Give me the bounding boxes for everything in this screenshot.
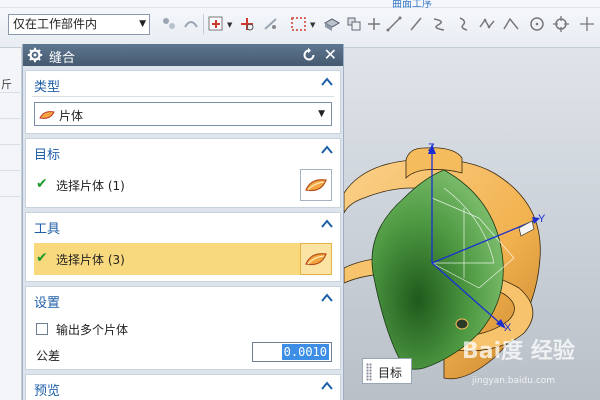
toolbar-divider — [203, 14, 204, 34]
group-title: 目标 — [34, 148, 61, 163]
watermark: Bai度 经验 — [462, 339, 575, 364]
navigator-edge-text: 斤 — [1, 78, 12, 91]
row-divider — [0, 144, 22, 145]
ribbon-label[interactable]: 曲面工序 — [392, 0, 432, 10]
settings-group-header[interactable]: 设置 — [26, 287, 340, 311]
arc-icon[interactable] — [430, 15, 448, 33]
checkmark-icon: ✔ — [36, 250, 48, 266]
navigator-edge: 斤 — [0, 48, 22, 400]
tool-selection-label: 选择片体 (3) — [56, 253, 125, 267]
plus-icon[interactable] — [578, 15, 596, 33]
row-divider — [0, 196, 22, 197]
chevron-down-icon: ▼ — [139, 19, 146, 29]
watermark-url: jingyan.baidu.com — [472, 376, 556, 386]
row-divider — [0, 170, 22, 171]
chevron-down-icon: ▼ — [318, 109, 325, 119]
snap-point-icon[interactable] — [160, 15, 178, 33]
chevron-up-icon[interactable] — [320, 143, 334, 157]
chevron-up-icon[interactable] — [320, 291, 334, 305]
sheet-body-icon — [305, 179, 327, 192]
line-icon[interactable] — [385, 15, 403, 33]
row-divider — [0, 92, 22, 93]
box-select-icon[interactable] — [290, 15, 308, 33]
group-title: 预览 — [34, 384, 61, 399]
ribbon-strip: 曲面工序 — [0, 0, 600, 10]
chevron-down-icon[interactable]: ▼ — [310, 21, 315, 29]
tooltip-text: 目标 — [378, 366, 403, 380]
tolerance-label: 公差 — [36, 349, 61, 363]
tolerance-value: 0.0010 — [281, 344, 329, 360]
selection-filter-value: 仅在工作部件内 — [13, 17, 98, 31]
sew-dialog: 缝合 ✕ 类型 片体 ▼ 目标 ✔ 选择片体 (1) 工具 ✔ 选择片体 (3)… — [22, 44, 344, 400]
select-sheet-button[interactable] — [300, 243, 332, 275]
sheet-body-icon — [39, 111, 55, 119]
polyline-icon[interactable] — [502, 15, 520, 33]
point-on-curve-icon[interactable] — [262, 15, 280, 33]
type-group: 类型 片体 ▼ — [25, 70, 341, 134]
hole-feature — [455, 318, 469, 330]
preview-group-header[interactable]: 预览 — [26, 375, 340, 399]
output-multiple-checkbox[interactable] — [36, 323, 48, 335]
arc-snap-icon[interactable] — [182, 15, 200, 33]
type-dropdown[interactable]: 片体 ▼ — [34, 102, 332, 126]
dialog-title-bar: 缝合 ✕ — [23, 44, 343, 66]
target-selection-label: 选择片体 (1) — [56, 179, 125, 193]
tool-group: 工具 ✔ 选择片体 (3) — [25, 212, 341, 282]
chevron-up-icon[interactable] — [320, 217, 334, 231]
row-divider — [0, 118, 22, 119]
tool-group-header[interactable]: 工具 — [26, 213, 340, 237]
chevron-up-icon[interactable] — [320, 379, 334, 393]
group-divider — [32, 96, 334, 97]
dialog-title: 缝合 — [49, 51, 76, 66]
point-icon[interactable] — [365, 15, 383, 33]
sheet-body-icon — [305, 253, 327, 266]
reset-icon[interactable] — [301, 47, 317, 63]
shaded-body-icon[interactable] — [323, 15, 341, 33]
target-group: 目标 ✔ 选择片体 (1) — [25, 138, 341, 208]
add-point-icon[interactable] — [207, 15, 225, 33]
z-axis-label: Z — [428, 142, 435, 154]
chevron-down-icon[interactable]: ▼ — [227, 21, 232, 29]
checkmark-icon: ✔ — [36, 176, 48, 192]
group-title: 设置 — [34, 296, 61, 311]
close-icon[interactable]: ✕ — [324, 46, 337, 64]
graphics-viewport[interactable]: Z Y X 目标 Bai度 经验 jingyan.baidu.com — [344, 48, 600, 400]
tolerance-field[interactable]: 0.0010 — [252, 342, 332, 362]
settings-group: 设置 输出多个片体 公差 0.0010 — [25, 286, 341, 370]
circle-icon[interactable] — [528, 15, 546, 33]
target-select-row[interactable]: ✔ 选择片体 (1) — [34, 169, 332, 201]
selection-tooltip: 目标 — [362, 358, 412, 384]
diagonal-line-icon[interactable] — [407, 15, 425, 33]
crosshair-icon[interactable] — [552, 15, 570, 33]
drag-handle-icon[interactable] — [366, 363, 372, 381]
top-toolbar: 曲面工序 仅在工作部件内 ▼ ▼ ▼ — [0, 0, 600, 48]
preview-group: 预览 — [25, 374, 341, 400]
chevron-up-icon[interactable] — [320, 75, 334, 89]
y-axis-label: Y — [538, 213, 546, 225]
selection-filter-dropdown[interactable]: 仅在工作部件内 ▼ — [8, 14, 150, 35]
layer-icon[interactable] — [345, 15, 363, 33]
tool-select-row[interactable]: ✔ 选择片体 (3) — [34, 243, 332, 275]
type-dropdown-value: 片体 — [59, 109, 84, 123]
spline-icon[interactable] — [478, 15, 496, 33]
group-title: 类型 — [34, 80, 61, 95]
gear-icon[interactable] — [27, 47, 43, 63]
trim-icon[interactable] — [238, 15, 256, 33]
type-group-header[interactable]: 类型 — [26, 71, 340, 95]
target-group-header[interactable]: 目标 — [26, 139, 340, 163]
curve-icon[interactable] — [455, 15, 473, 33]
output-multiple-label: 输出多个片体 — [56, 323, 129, 337]
group-title: 工具 — [34, 222, 61, 237]
select-sheet-button[interactable] — [300, 169, 332, 201]
